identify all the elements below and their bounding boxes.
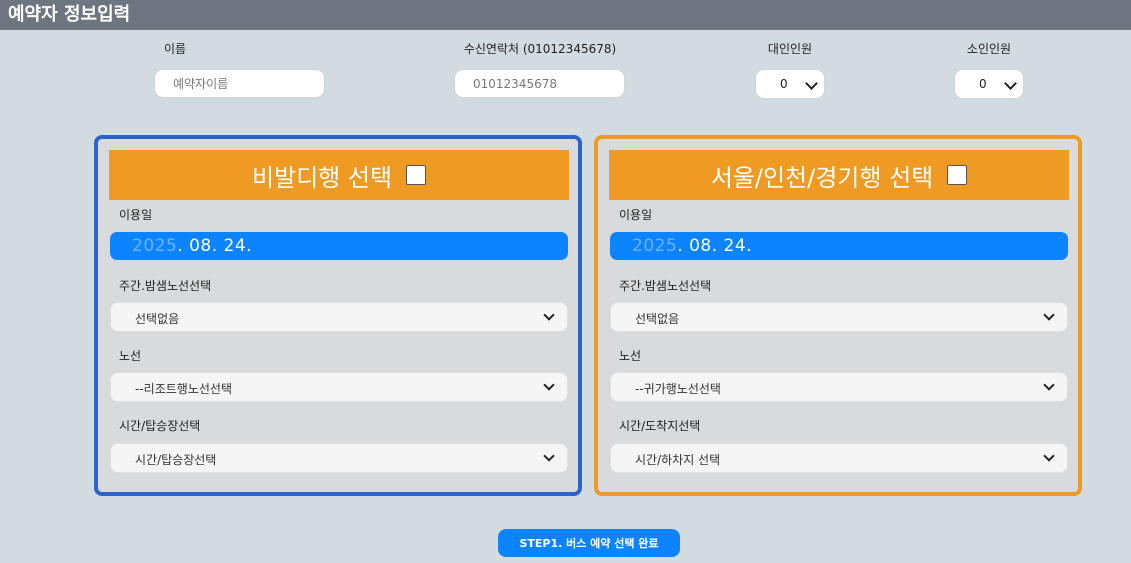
date-year: 2025 xyxy=(132,236,178,256)
adult-count-select[interactable]: 0 xyxy=(755,69,825,99)
panel-header: 비발디행 선택 xyxy=(109,150,569,200)
select-checkbox[interactable] xyxy=(406,165,427,185)
child-count-select[interactable]: 0 xyxy=(954,69,1024,99)
date-rest: . 08. 24. xyxy=(177,236,253,256)
route-value: --리조트행노선선택 xyxy=(135,382,232,396)
seoul-route-panel: 서울/인천/경기행 선택 이용일 2025. 08. 24. 주간.밤샘노선선택… xyxy=(594,135,1082,496)
chevron-down-icon xyxy=(1004,77,1017,90)
child-count-label: 소인인원 xyxy=(966,42,1012,56)
date-input[interactable]: 2025. 08. 24. xyxy=(610,232,1068,260)
route-type-select[interactable]: 선택없음 xyxy=(610,302,1068,332)
route-value: --귀가행노선선택 xyxy=(635,382,721,396)
chevron-down-icon xyxy=(543,379,555,391)
phone-input[interactable] xyxy=(454,69,625,98)
page-title: 예약자 정보입력 xyxy=(0,0,1131,30)
date-input[interactable]: 2025. 08. 24. xyxy=(110,232,568,260)
date-label: 이용일 xyxy=(119,208,153,222)
time-select[interactable]: 시간/탑승장선택 xyxy=(110,443,568,473)
route-type-value: 선택없음 xyxy=(635,312,680,326)
panel-title: 서울/인천/경기행 선택 xyxy=(710,163,934,192)
time-value: 시간/탑승장선택 xyxy=(135,453,217,467)
date-label: 이용일 xyxy=(619,208,653,222)
chevron-down-icon xyxy=(1043,309,1055,321)
time-value: 시간/하차지 선택 xyxy=(635,453,721,467)
chevron-down-icon xyxy=(543,309,555,321)
panel-title: 비발디행 선택 xyxy=(251,163,393,192)
step1-complete-button[interactable]: STEP1. 버스 예약 선택 완료 xyxy=(498,529,680,557)
adult-count-label: 대인인원 xyxy=(767,42,813,56)
date-rest: . 08. 24. xyxy=(677,236,753,256)
phone-label: 수신연락처 (01012345678) xyxy=(463,42,617,56)
chevron-down-icon xyxy=(1043,450,1055,462)
chevron-down-icon xyxy=(543,450,555,462)
route-select[interactable]: --귀가행노선선택 xyxy=(610,372,1068,402)
panel-header: 서울/인천/경기행 선택 xyxy=(609,150,1069,200)
child-count-value: 0 xyxy=(979,77,987,91)
route-type-label: 주간.밤샘노선선택 xyxy=(119,279,212,293)
route-type-value: 선택없음 xyxy=(135,312,180,326)
vivaldi-route-panel: 비발디행 선택 이용일 2025. 08. 24. 주간.밤샘노선선택 선택없음… xyxy=(94,135,582,496)
select-checkbox[interactable] xyxy=(947,165,968,185)
date-year: 2025 xyxy=(632,236,678,256)
route-type-label: 주간.밤샘노선선택 xyxy=(619,279,712,293)
time-label: 시간/도착지선택 xyxy=(619,419,701,433)
chevron-down-icon xyxy=(805,77,818,90)
time-select[interactable]: 시간/하차지 선택 xyxy=(610,443,1068,473)
name-input[interactable] xyxy=(154,69,325,98)
route-select[interactable]: --리조트행노선선택 xyxy=(110,372,568,402)
name-label: 이름 xyxy=(163,42,187,56)
adult-count-value: 0 xyxy=(780,77,788,91)
route-label: 노선 xyxy=(619,349,642,363)
route-type-select[interactable]: 선택없음 xyxy=(110,302,568,332)
chevron-down-icon xyxy=(1043,379,1055,391)
route-label: 노선 xyxy=(119,349,142,363)
time-label: 시간/탑승장선택 xyxy=(119,419,201,433)
